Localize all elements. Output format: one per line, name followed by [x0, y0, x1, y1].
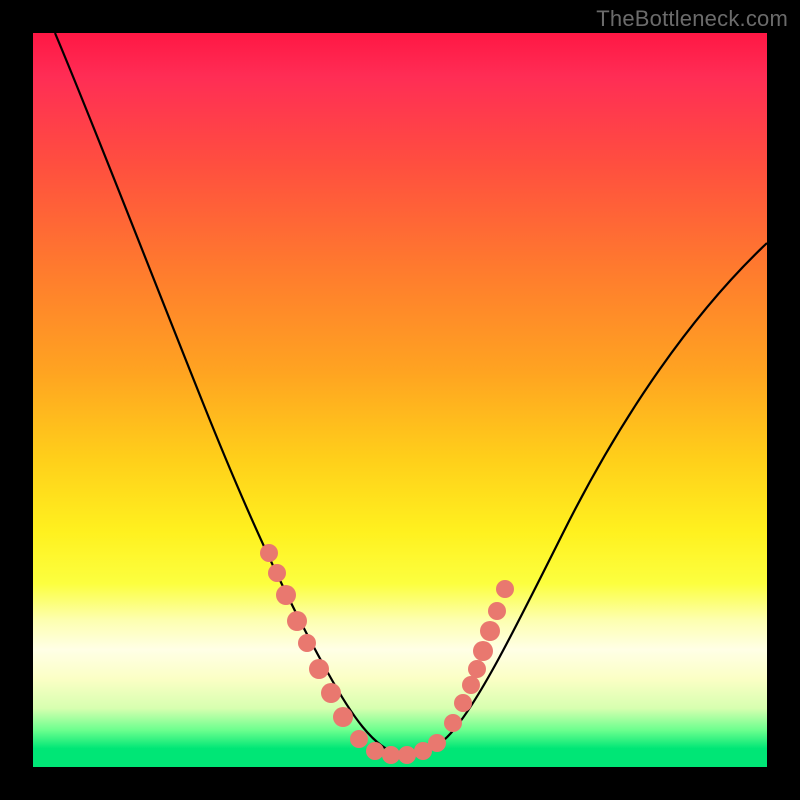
bead	[398, 746, 416, 764]
bead	[298, 634, 316, 652]
outer-frame: TheBottleneck.com	[0, 0, 800, 800]
bead	[382, 746, 400, 764]
bead	[473, 641, 493, 661]
bead	[454, 694, 472, 712]
watermark: TheBottleneck.com	[596, 6, 788, 32]
bead	[350, 730, 368, 748]
bead	[268, 564, 286, 582]
bead	[276, 585, 296, 605]
bead	[444, 714, 462, 732]
bead	[428, 734, 446, 752]
bead	[260, 544, 278, 562]
bead	[496, 580, 514, 598]
bottleneck-curve	[55, 33, 767, 756]
bead	[309, 659, 329, 679]
plot-area	[33, 33, 767, 767]
bead	[366, 742, 384, 760]
bead	[287, 611, 307, 631]
bead	[333, 707, 353, 727]
bead	[468, 660, 486, 678]
bead	[480, 621, 500, 641]
bead	[488, 602, 506, 620]
bead	[321, 683, 341, 703]
bead	[462, 676, 480, 694]
curve-svg	[33, 33, 767, 767]
